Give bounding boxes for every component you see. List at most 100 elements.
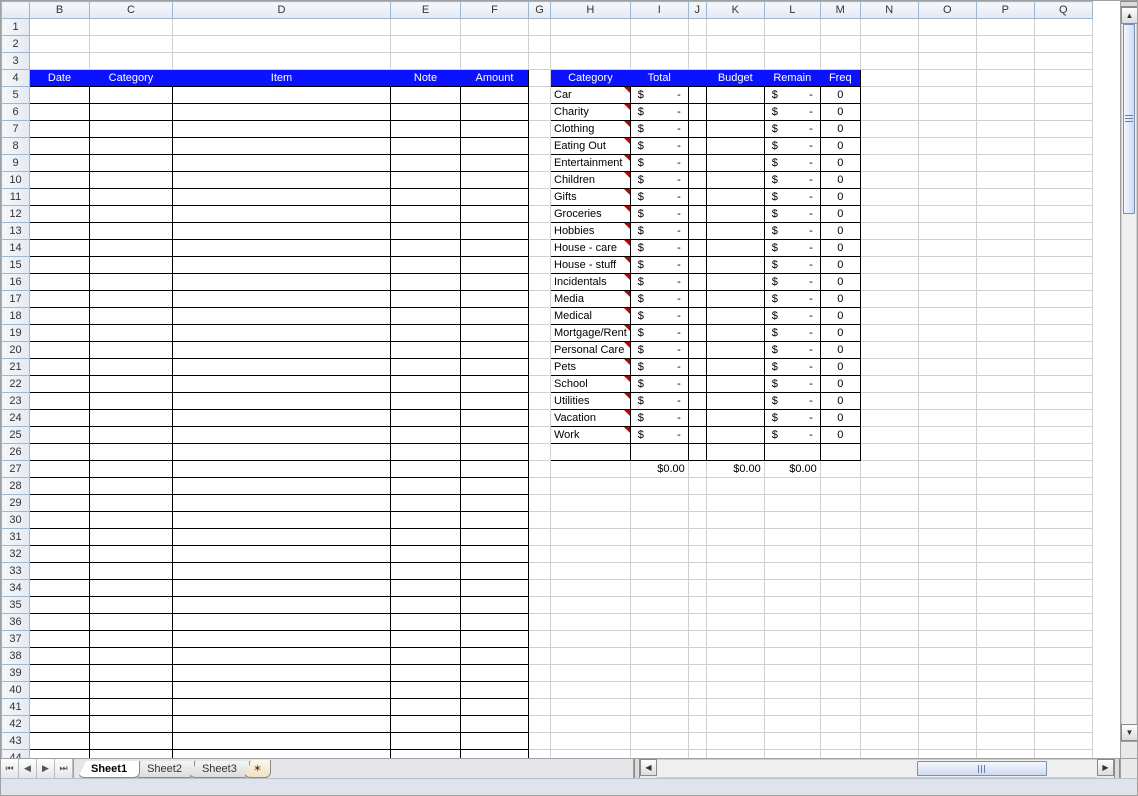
cell-P5[interactable]: [976, 87, 1034, 104]
cell-H1[interactable]: [551, 19, 631, 36]
cell-F35[interactable]: [461, 597, 529, 614]
cell-I17[interactable]: $-: [630, 291, 688, 308]
cell-I2[interactable]: [630, 36, 688, 53]
cell-G21[interactable]: [529, 359, 551, 376]
cell-N39[interactable]: [860, 665, 918, 682]
cell-I21[interactable]: $-: [630, 359, 688, 376]
cell-J1[interactable]: [688, 19, 706, 36]
cell-F5[interactable]: [461, 87, 529, 104]
row-header-21[interactable]: 21: [2, 359, 30, 376]
cell-D14[interactable]: [173, 240, 391, 257]
cell-N31[interactable]: [860, 529, 918, 546]
cell-N8[interactable]: [860, 138, 918, 155]
cell-F23[interactable]: [461, 393, 529, 410]
cell-M2[interactable]: [820, 36, 860, 53]
cell-F24[interactable]: [461, 410, 529, 427]
cell-K38[interactable]: [706, 648, 764, 665]
cell-Q21[interactable]: [1034, 359, 1092, 376]
cell-B39[interactable]: [30, 665, 90, 682]
cell-K25[interactable]: [706, 427, 764, 444]
cell-K20[interactable]: [706, 342, 764, 359]
cell-C41[interactable]: [90, 699, 173, 716]
cell-M4[interactable]: Freq: [820, 70, 860, 87]
cell-O22[interactable]: [918, 376, 976, 393]
cell-I38[interactable]: [630, 648, 688, 665]
cell-M44[interactable]: [820, 750, 860, 759]
cell-P16[interactable]: [976, 274, 1034, 291]
cell-P27[interactable]: [976, 461, 1034, 478]
cell-I28[interactable]: [630, 478, 688, 495]
cell-D43[interactable]: [173, 733, 391, 750]
cell-G14[interactable]: [529, 240, 551, 257]
cell-F41[interactable]: [461, 699, 529, 716]
cell-O20[interactable]: [918, 342, 976, 359]
cell-C35[interactable]: [90, 597, 173, 614]
cell-G26[interactable]: [529, 444, 551, 461]
cell-C15[interactable]: [90, 257, 173, 274]
row-header-5[interactable]: 5: [2, 87, 30, 104]
cell-J36[interactable]: [688, 614, 706, 631]
cell-M5[interactable]: 0: [820, 87, 860, 104]
cell-E3[interactable]: [391, 53, 461, 70]
cell-I13[interactable]: $-: [630, 223, 688, 240]
cell-C43[interactable]: [90, 733, 173, 750]
cell-L33[interactable]: [764, 563, 820, 580]
cell-Q30[interactable]: [1034, 512, 1092, 529]
cell-M17[interactable]: 0: [820, 291, 860, 308]
cell-C3[interactable]: [90, 53, 173, 70]
cell-H21[interactable]: Pets: [551, 359, 631, 376]
cell-C12[interactable]: [90, 206, 173, 223]
col-header-I[interactable]: I: [630, 2, 688, 19]
cell-I24[interactable]: $-: [630, 410, 688, 427]
cell-O14[interactable]: [918, 240, 976, 257]
cell-O29[interactable]: [918, 495, 976, 512]
cell-G32[interactable]: [529, 546, 551, 563]
cell-L39[interactable]: [764, 665, 820, 682]
cell-C4[interactable]: Category: [90, 70, 173, 87]
cell-J39[interactable]: [688, 665, 706, 682]
row-header-43[interactable]: 43: [2, 733, 30, 750]
cell-N44[interactable]: [860, 750, 918, 759]
cell-Q5[interactable]: [1034, 87, 1092, 104]
cell-O23[interactable]: [918, 393, 976, 410]
cell-E8[interactable]: [391, 138, 461, 155]
cell-B17[interactable]: [30, 291, 90, 308]
cell-F20[interactable]: [461, 342, 529, 359]
cell-F25[interactable]: [461, 427, 529, 444]
cell-Q42[interactable]: [1034, 716, 1092, 733]
cell-D33[interactable]: [173, 563, 391, 580]
scroll-up-button[interactable]: ▲: [1121, 7, 1137, 24]
cell-I36[interactable]: [630, 614, 688, 631]
cell-B38[interactable]: [30, 648, 90, 665]
cell-E6[interactable]: [391, 104, 461, 121]
cell-D5[interactable]: [173, 87, 391, 104]
cell-G37[interactable]: [529, 631, 551, 648]
cell-P21[interactable]: [976, 359, 1034, 376]
cell-F6[interactable]: [461, 104, 529, 121]
cell-O28[interactable]: [918, 478, 976, 495]
row-header-23[interactable]: 23: [2, 393, 30, 410]
cell-H15[interactable]: House - stuff: [551, 257, 631, 274]
cell-M3[interactable]: [820, 53, 860, 70]
cell-M37[interactable]: [820, 631, 860, 648]
cell-Q39[interactable]: [1034, 665, 1092, 682]
cell-Q20[interactable]: [1034, 342, 1092, 359]
cell-G1[interactable]: [529, 19, 551, 36]
cell-I22[interactable]: $-: [630, 376, 688, 393]
cell-G33[interactable]: [529, 563, 551, 580]
cell-B40[interactable]: [30, 682, 90, 699]
cell-Q6[interactable]: [1034, 104, 1092, 121]
cell-Q3[interactable]: [1034, 53, 1092, 70]
cell-M43[interactable]: [820, 733, 860, 750]
cell-C20[interactable]: [90, 342, 173, 359]
cell-P10[interactable]: [976, 172, 1034, 189]
cell-F22[interactable]: [461, 376, 529, 393]
cell-L28[interactable]: [764, 478, 820, 495]
cell-I42[interactable]: [630, 716, 688, 733]
cell-E25[interactable]: [391, 427, 461, 444]
cell-O5[interactable]: [918, 87, 976, 104]
cell-N35[interactable]: [860, 597, 918, 614]
cell-M22[interactable]: 0: [820, 376, 860, 393]
cell-E14[interactable]: [391, 240, 461, 257]
cell-N13[interactable]: [860, 223, 918, 240]
